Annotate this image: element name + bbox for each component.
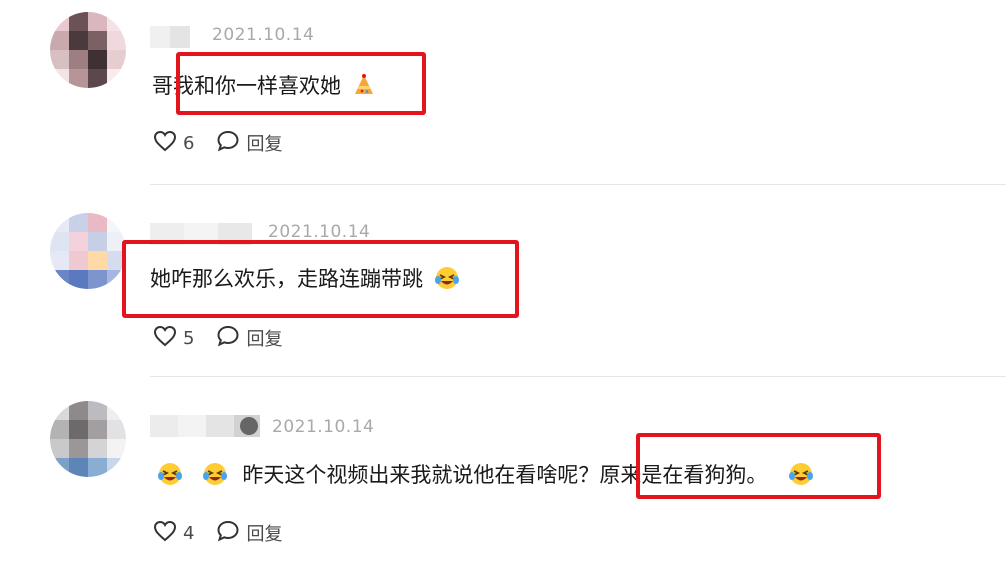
comment-actions: 4 回复	[153, 520, 304, 546]
like-button[interactable]: 5	[153, 325, 194, 351]
comment-timestamp: 2021.10.14	[272, 417, 375, 437]
comment-actions: 6 回复	[153, 130, 304, 156]
reply-button[interactable]: 回复	[216, 130, 282, 156]
highlight-box	[176, 52, 426, 115]
heart-icon	[153, 130, 177, 156]
laughing-tears-emoji	[157, 461, 183, 492]
comment-timestamp: 2021.10.14	[268, 222, 371, 242]
comment-item: 2021.10.14 哥我和你一样喜欢她 6 回复	[0, 0, 1006, 185]
heart-icon	[153, 520, 177, 546]
avatar[interactable]	[50, 401, 126, 477]
reply-button[interactable]: 回复	[216, 520, 282, 546]
avatar[interactable]	[50, 12, 126, 88]
comment-bubble-icon	[216, 325, 240, 351]
laughing-tears-emoji	[202, 461, 228, 492]
reply-label: 回复	[246, 134, 283, 155]
highlight-box	[122, 240, 519, 318]
like-button[interactable]: 6	[153, 130, 194, 156]
highlight-box	[636, 433, 881, 499]
like-button[interactable]: 4	[153, 520, 194, 546]
reply-label: 回复	[246, 329, 283, 350]
online-dot	[240, 417, 258, 435]
comment-timestamp: 2021.10.14	[212, 25, 315, 45]
reply-label: 回复	[246, 524, 283, 545]
avatar[interactable]	[50, 213, 126, 289]
username[interactable]	[150, 26, 190, 48]
like-count: 4	[183, 522, 195, 544]
comment-bubble-icon	[216, 520, 240, 546]
comment-actions: 5 回复	[153, 325, 304, 351]
comment-bubble-icon	[216, 130, 240, 156]
comment-item: 2021.10.14 昨天这个视频出来我就说他在看啥呢？原来是在看狗狗。 4 回…	[0, 377, 1006, 574]
heart-icon	[153, 325, 177, 351]
comment-item: 2021.10.14 她咋那么欢乐，走路连蹦带跳 5 回复	[0, 185, 1006, 377]
reply-button[interactable]: 回复	[216, 325, 282, 351]
like-count: 6	[183, 132, 195, 154]
like-count: 5	[183, 327, 195, 349]
